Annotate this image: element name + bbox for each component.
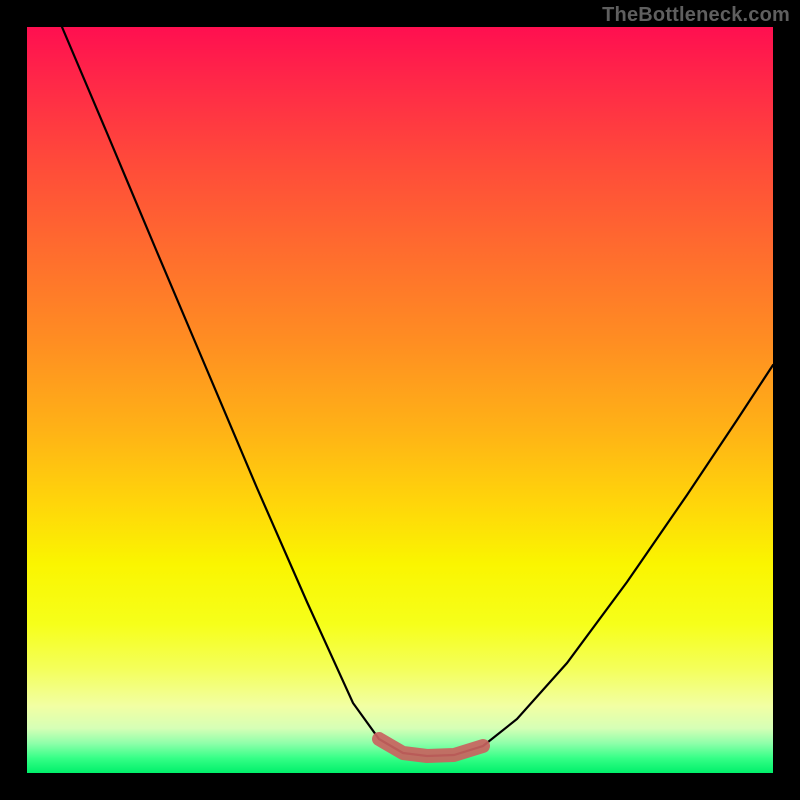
plot-area [27,27,773,773]
curve-svg [27,27,773,773]
trough-highlight [379,739,483,756]
chart-canvas: TheBottleneck.com [0,0,800,800]
watermark-text: TheBottleneck.com [602,4,790,27]
bottleneck-curve [62,27,773,756]
